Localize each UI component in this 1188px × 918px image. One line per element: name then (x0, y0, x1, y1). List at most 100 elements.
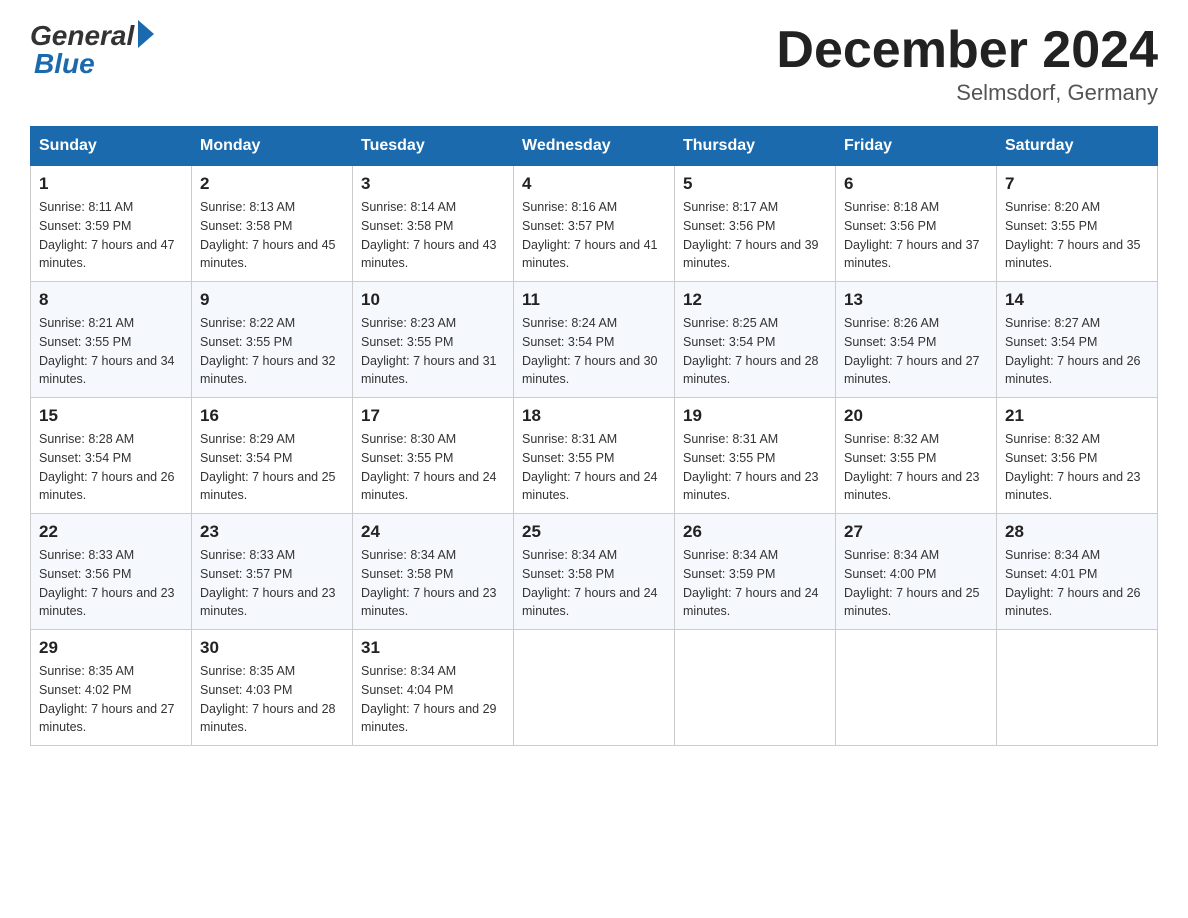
day-number: 3 (361, 174, 505, 194)
weekday-header-sunday: Sunday (31, 127, 192, 166)
day-number: 2 (200, 174, 344, 194)
weekday-header-friday: Friday (836, 127, 997, 166)
weekday-header-saturday: Saturday (997, 127, 1158, 166)
day-number: 7 (1005, 174, 1149, 194)
day-number: 21 (1005, 406, 1149, 426)
calendar-day-cell: 27 Sunrise: 8:34 AMSunset: 4:00 PMDaylig… (836, 514, 997, 630)
calendar-day-cell: 10 Sunrise: 8:23 AMSunset: 3:55 PMDaylig… (353, 282, 514, 398)
empty-cell (836, 630, 997, 746)
day-number: 5 (683, 174, 827, 194)
calendar-day-cell: 17 Sunrise: 8:30 AMSunset: 3:55 PMDaylig… (353, 398, 514, 514)
empty-cell (514, 630, 675, 746)
day-number: 13 (844, 290, 988, 310)
logo-arrow-icon (138, 20, 154, 48)
calendar-day-cell: 14 Sunrise: 8:27 AMSunset: 3:54 PMDaylig… (997, 282, 1158, 398)
empty-cell (997, 630, 1158, 746)
calendar-day-cell: 22 Sunrise: 8:33 AMSunset: 3:56 PMDaylig… (31, 514, 192, 630)
day-info: Sunrise: 8:35 AMSunset: 4:03 PMDaylight:… (200, 662, 344, 737)
day-info: Sunrise: 8:27 AMSunset: 3:54 PMDaylight:… (1005, 314, 1149, 389)
day-number: 20 (844, 406, 988, 426)
day-number: 31 (361, 638, 505, 658)
day-info: Sunrise: 8:34 AMSunset: 3:59 PMDaylight:… (683, 546, 827, 621)
location-title: Selmsdorf, Germany (776, 80, 1158, 106)
calendar-day-cell: 19 Sunrise: 8:31 AMSunset: 3:55 PMDaylig… (675, 398, 836, 514)
day-info: Sunrise: 8:11 AMSunset: 3:59 PMDaylight:… (39, 198, 183, 273)
calendar-day-cell: 2 Sunrise: 8:13 AMSunset: 3:58 PMDayligh… (192, 166, 353, 282)
calendar-day-cell: 15 Sunrise: 8:28 AMSunset: 3:54 PMDaylig… (31, 398, 192, 514)
calendar-day-cell: 13 Sunrise: 8:26 AMSunset: 3:54 PMDaylig… (836, 282, 997, 398)
day-info: Sunrise: 8:33 AMSunset: 3:56 PMDaylight:… (39, 546, 183, 621)
calendar-day-cell: 29 Sunrise: 8:35 AMSunset: 4:02 PMDaylig… (31, 630, 192, 746)
day-number: 23 (200, 522, 344, 542)
logo-blue-text: Blue (30, 48, 95, 80)
day-number: 18 (522, 406, 666, 426)
calendar-day-cell: 6 Sunrise: 8:18 AMSunset: 3:56 PMDayligh… (836, 166, 997, 282)
calendar-week-row: 8 Sunrise: 8:21 AMSunset: 3:55 PMDayligh… (31, 282, 1158, 398)
calendar-day-cell: 31 Sunrise: 8:34 AMSunset: 4:04 PMDaylig… (353, 630, 514, 746)
calendar-day-cell: 9 Sunrise: 8:22 AMSunset: 3:55 PMDayligh… (192, 282, 353, 398)
calendar-day-cell: 25 Sunrise: 8:34 AMSunset: 3:58 PMDaylig… (514, 514, 675, 630)
day-number: 25 (522, 522, 666, 542)
weekday-header-thursday: Thursday (675, 127, 836, 166)
day-info: Sunrise: 8:16 AMSunset: 3:57 PMDaylight:… (522, 198, 666, 273)
day-number: 4 (522, 174, 666, 194)
day-info: Sunrise: 8:30 AMSunset: 3:55 PMDaylight:… (361, 430, 505, 505)
calendar-day-cell: 20 Sunrise: 8:32 AMSunset: 3:55 PMDaylig… (836, 398, 997, 514)
day-info: Sunrise: 8:18 AMSunset: 3:56 PMDaylight:… (844, 198, 988, 273)
calendar-day-cell: 30 Sunrise: 8:35 AMSunset: 4:03 PMDaylig… (192, 630, 353, 746)
calendar-day-cell: 8 Sunrise: 8:21 AMSunset: 3:55 PMDayligh… (31, 282, 192, 398)
calendar-day-cell: 7 Sunrise: 8:20 AMSunset: 3:55 PMDayligh… (997, 166, 1158, 282)
day-info: Sunrise: 8:13 AMSunset: 3:58 PMDaylight:… (200, 198, 344, 273)
title-block: December 2024 Selmsdorf, Germany (776, 20, 1158, 106)
day-number: 19 (683, 406, 827, 426)
day-info: Sunrise: 8:21 AMSunset: 3:55 PMDaylight:… (39, 314, 183, 389)
day-number: 27 (844, 522, 988, 542)
calendar-week-row: 29 Sunrise: 8:35 AMSunset: 4:02 PMDaylig… (31, 630, 1158, 746)
day-info: Sunrise: 8:32 AMSunset: 3:55 PMDaylight:… (844, 430, 988, 505)
day-number: 10 (361, 290, 505, 310)
day-info: Sunrise: 8:31 AMSunset: 3:55 PMDaylight:… (522, 430, 666, 505)
weekday-header-row: SundayMondayTuesdayWednesdayThursdayFrid… (31, 127, 1158, 166)
day-number: 16 (200, 406, 344, 426)
day-info: Sunrise: 8:23 AMSunset: 3:55 PMDaylight:… (361, 314, 505, 389)
day-info: Sunrise: 8:26 AMSunset: 3:54 PMDaylight:… (844, 314, 988, 389)
day-info: Sunrise: 8:35 AMSunset: 4:02 PMDaylight:… (39, 662, 183, 737)
day-info: Sunrise: 8:24 AMSunset: 3:54 PMDaylight:… (522, 314, 666, 389)
day-number: 24 (361, 522, 505, 542)
day-info: Sunrise: 8:17 AMSunset: 3:56 PMDaylight:… (683, 198, 827, 273)
page-header: General Blue December 2024 Selmsdorf, Ge… (30, 20, 1158, 106)
calendar-day-cell: 16 Sunrise: 8:29 AMSunset: 3:54 PMDaylig… (192, 398, 353, 514)
day-info: Sunrise: 8:20 AMSunset: 3:55 PMDaylight:… (1005, 198, 1149, 273)
day-info: Sunrise: 8:34 AMSunset: 4:04 PMDaylight:… (361, 662, 505, 737)
calendar-day-cell: 26 Sunrise: 8:34 AMSunset: 3:59 PMDaylig… (675, 514, 836, 630)
weekday-header-monday: Monday (192, 127, 353, 166)
day-number: 6 (844, 174, 988, 194)
day-info: Sunrise: 8:22 AMSunset: 3:55 PMDaylight:… (200, 314, 344, 389)
day-info: Sunrise: 8:34 AMSunset: 4:00 PMDaylight:… (844, 546, 988, 621)
day-number: 30 (200, 638, 344, 658)
day-info: Sunrise: 8:14 AMSunset: 3:58 PMDaylight:… (361, 198, 505, 273)
month-title: December 2024 (776, 20, 1158, 80)
day-number: 9 (200, 290, 344, 310)
day-number: 22 (39, 522, 183, 542)
day-info: Sunrise: 8:29 AMSunset: 3:54 PMDaylight:… (200, 430, 344, 505)
calendar-day-cell: 28 Sunrise: 8:34 AMSunset: 4:01 PMDaylig… (997, 514, 1158, 630)
calendar-table: SundayMondayTuesdayWednesdayThursdayFrid… (30, 126, 1158, 746)
calendar-day-cell: 5 Sunrise: 8:17 AMSunset: 3:56 PMDayligh… (675, 166, 836, 282)
day-number: 11 (522, 290, 666, 310)
day-info: Sunrise: 8:28 AMSunset: 3:54 PMDaylight:… (39, 430, 183, 505)
weekday-header-tuesday: Tuesday (353, 127, 514, 166)
day-info: Sunrise: 8:34 AMSunset: 3:58 PMDaylight:… (361, 546, 505, 621)
day-number: 26 (683, 522, 827, 542)
day-number: 14 (1005, 290, 1149, 310)
calendar-day-cell: 3 Sunrise: 8:14 AMSunset: 3:58 PMDayligh… (353, 166, 514, 282)
calendar-day-cell: 18 Sunrise: 8:31 AMSunset: 3:55 PMDaylig… (514, 398, 675, 514)
weekday-header-wednesday: Wednesday (514, 127, 675, 166)
calendar-day-cell: 23 Sunrise: 8:33 AMSunset: 3:57 PMDaylig… (192, 514, 353, 630)
day-number: 28 (1005, 522, 1149, 542)
calendar-day-cell: 11 Sunrise: 8:24 AMSunset: 3:54 PMDaylig… (514, 282, 675, 398)
calendar-week-row: 15 Sunrise: 8:28 AMSunset: 3:54 PMDaylig… (31, 398, 1158, 514)
calendar-day-cell: 24 Sunrise: 8:34 AMSunset: 3:58 PMDaylig… (353, 514, 514, 630)
day-info: Sunrise: 8:31 AMSunset: 3:55 PMDaylight:… (683, 430, 827, 505)
calendar-day-cell: 12 Sunrise: 8:25 AMSunset: 3:54 PMDaylig… (675, 282, 836, 398)
